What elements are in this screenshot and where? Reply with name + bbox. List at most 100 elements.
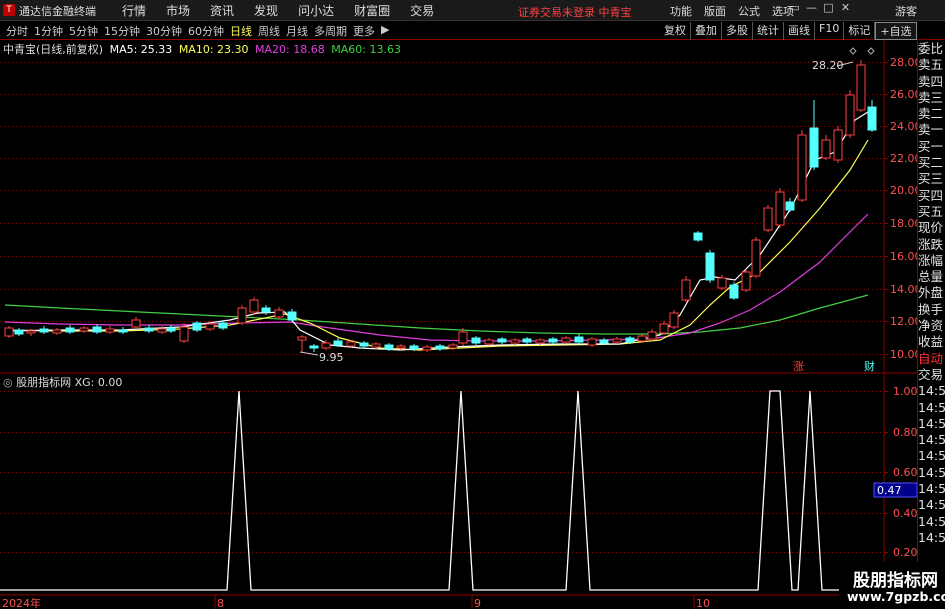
menu-gongshi[interactable]: 公式 (732, 3, 766, 19)
auto-trade-label[interactable]: 自动 (918, 351, 945, 367)
candle-body (435, 345, 445, 350)
close-icon[interactable]: ✕ (837, 1, 854, 14)
date-tick: 8 (217, 597, 224, 609)
candle-body (192, 322, 202, 331)
app-title: 通达信金融终端 (19, 5, 96, 18)
tab-60min[interactable]: 60分钟 (186, 23, 228, 39)
candle-body (359, 342, 369, 347)
restore-icon[interactable]: ▭ (786, 1, 803, 14)
zhang-marker[interactable]: 涨 (793, 360, 804, 373)
maximize-icon[interactable]: □ (820, 1, 837, 14)
price-tick: 20.00 (890, 184, 917, 197)
more-arrow-icon[interactable]: ▶ (379, 23, 393, 39)
indicator-title[interactable]: ◎ 股朋指标网 XG: 0.00 (3, 374, 122, 390)
tool-fuquan[interactable]: 复权 (660, 22, 691, 40)
login-status[interactable]: 证券交易未登录 中青宝 (518, 4, 632, 20)
indicator-tick: 0.80 (893, 426, 917, 439)
panel-item: 卖一 (918, 122, 944, 138)
panel-item: 外盘 (918, 285, 944, 301)
panel-item: 卖五 (918, 57, 944, 73)
indicator-current-value: 0.47 (877, 484, 902, 497)
tab-5min[interactable]: 5分钟 (67, 23, 102, 39)
trade-time: 14:56 (918, 464, 945, 480)
menu-jiaoyi[interactable]: 交易 (400, 2, 444, 19)
candle-body (448, 344, 458, 349)
indicator-tick: 0.60 (893, 466, 917, 479)
menu-shichang[interactable]: 市场 (156, 2, 200, 19)
candle-body (218, 322, 228, 329)
panel-item: 卖三 (918, 89, 944, 105)
minimize-icon[interactable]: — (803, 1, 820, 14)
menu-wenxiaoda[interactable]: 问小达 (288, 2, 344, 19)
panel-item: 净资 (918, 318, 944, 334)
trade-time: 14:56 (918, 513, 945, 529)
date-tick: 2024年 (2, 596, 41, 609)
candle-body (105, 328, 115, 333)
price-grid (0, 62, 884, 553)
candle-body (346, 341, 356, 347)
period-bar: 分时 1分钟 5分钟 15分钟 30分钟 60分钟 日线 周线 月线 多周期 更… (0, 21, 945, 40)
tool-diejia[interactable]: 叠加 (691, 22, 722, 40)
tab-multi-period[interactable]: 多周期 (312, 23, 351, 39)
xg-signal-line (0, 390, 884, 591)
candle-body (458, 331, 468, 344)
candle-body (92, 326, 102, 333)
tab-weekly[interactable]: 周线 (256, 23, 284, 39)
candle-body (599, 339, 609, 344)
trade-time: 14:56 (918, 415, 945, 431)
tab-30min[interactable]: 30分钟 (144, 23, 186, 39)
candle-body (637, 335, 647, 342)
candle-body (522, 338, 532, 343)
chart-area[interactable]: 28.00 26.00 24.00 22.00 20.00 18.00 16.0… (0, 40, 917, 609)
candle-body (333, 340, 343, 346)
menu-gongneng[interactable]: 功能 (664, 3, 698, 19)
trade-time: 14:56 (918, 448, 945, 464)
candle-body (751, 239, 761, 277)
cai-marker[interactable]: 财 (864, 359, 875, 373)
tool-duogu[interactable]: 多股 (722, 22, 753, 40)
date-axis: 2024年 8 9 10 (2, 595, 710, 609)
candle-body (261, 307, 271, 313)
watermark-url: www.7gpzb.com (847, 589, 945, 604)
tab-monthly[interactable]: 月线 (284, 23, 312, 39)
menu-hangqing[interactable]: 行情 (112, 2, 156, 19)
candle-body (821, 139, 831, 159)
price-tick: 12.00 (890, 315, 917, 328)
tab-1min[interactable]: 1分钟 (32, 23, 67, 39)
guest-label[interactable]: 游客 (895, 3, 917, 19)
candle-body (4, 327, 14, 337)
candle-body (587, 338, 597, 346)
candle-body (396, 345, 406, 349)
tool-f10[interactable]: F10 (815, 22, 845, 40)
candle-body (422, 346, 432, 351)
menu-zixun[interactable]: 资讯 (200, 2, 244, 19)
tab-15min[interactable]: 15分钟 (102, 23, 144, 39)
candle-body (118, 329, 128, 333)
tab-more[interactable]: 更多 (351, 23, 379, 39)
menu-banmian[interactable]: 版面 (698, 3, 732, 19)
candle-body (763, 207, 773, 231)
menu-caifuquan[interactable]: 财富圈 (344, 2, 400, 19)
candle-body (309, 345, 319, 349)
tool-biaoji[interactable]: 标记 (844, 22, 876, 40)
price-tick: 10.00 (890, 348, 917, 361)
trade-time: 14:56 (918, 383, 945, 399)
candle-body (237, 307, 247, 324)
panel-item: 涨幅 (918, 252, 944, 268)
candle-body (384, 344, 394, 350)
diamond-icons (849, 47, 875, 55)
panel-item: 买五 (918, 203, 944, 219)
candle-body (471, 337, 481, 344)
panel-item: 收益 (918, 334, 944, 350)
candle-body (867, 106, 877, 131)
tool-tongji[interactable]: 统计 (753, 22, 784, 40)
price-tick: 14.00 (890, 283, 917, 296)
panel-item: 买一 (918, 138, 944, 154)
tab-fenshi[interactable]: 分时 (4, 23, 32, 39)
trade-label[interactable]: 交易 (918, 367, 945, 383)
tab-daily[interactable]: 日线 (228, 23, 256, 39)
tool-huaxian[interactable]: 画线 (784, 22, 815, 40)
menu-faxian[interactable]: 发现 (244, 2, 288, 19)
chart-toolbar: 复权 叠加 多股 统计 画线 F10 标记 +自选 (660, 22, 917, 40)
tool-add-watchlist[interactable]: +自选 (875, 22, 917, 40)
